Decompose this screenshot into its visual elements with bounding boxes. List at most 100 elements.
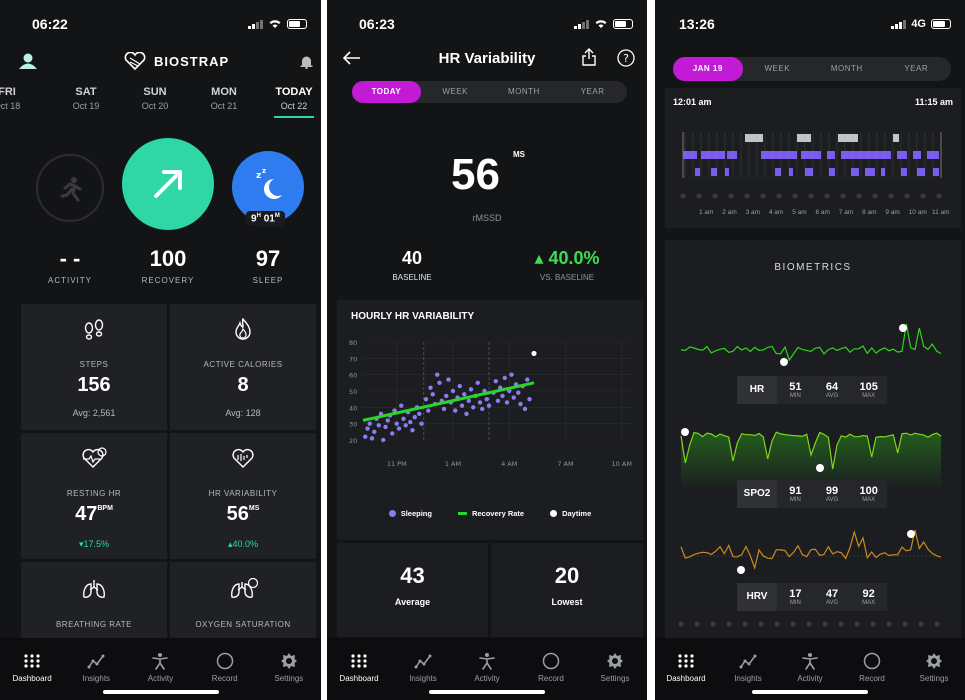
y-tick-label: 50 (349, 388, 357, 396)
max-value: 105 (859, 381, 878, 393)
tab-label: Activity (147, 674, 174, 683)
deep-sleep-segment (933, 168, 939, 176)
tab-dashboard[interactable]: Dashboard (656, 652, 716, 700)
min-value: 17 (789, 588, 802, 600)
hour-dot (776, 193, 782, 199)
segment-year[interactable]: YEAR (558, 81, 627, 103)
share-icon[interactable] (582, 48, 596, 66)
oxygen-saturation-tile[interactable]: OXYGEN SATURATION (170, 562, 316, 642)
activity-ring[interactable] (36, 154, 104, 222)
hrv-main-value: 56 (451, 150, 500, 199)
sleeping-point (471, 405, 476, 410)
hour-label: 4 am (768, 209, 784, 216)
period-selector: JAN 19 WEEK MONTH YEAR (673, 57, 951, 81)
resting-hr-tile[interactable]: RESTING HR 47BPM ▾17.5% (21, 433, 167, 559)
x-tick-label: 7 AM (557, 460, 573, 468)
tile-sub: Avg: 128 (225, 408, 261, 418)
record-circle-icon (216, 652, 233, 670)
heart-rate-icon (82, 447, 107, 468)
sleeping-point (480, 406, 485, 412)
brand-name: BIOSTRAP (154, 53, 230, 69)
day-item-sun[interactable]: SUN Oct 20 (133, 86, 177, 111)
hour-dot (728, 193, 734, 199)
sleeping-point (477, 400, 483, 405)
sleeping-point (396, 426, 402, 431)
steps-tile[interactable]: STEPS 156 Avg: 2,561 (21, 304, 167, 430)
time-dot (902, 621, 908, 627)
legend-recovery-rate: Recovery Rate (457, 509, 524, 518)
battery-icon (931, 19, 951, 29)
spo2-min-marker (816, 464, 824, 472)
sleeping-point (511, 395, 516, 400)
day-item-today[interactable]: TODAY Oct 22 (270, 86, 318, 118)
day-date: Oct 21 (210, 101, 238, 111)
tab-dashboard[interactable]: Dashboard (329, 652, 389, 700)
status-time: 06:23 (359, 16, 395, 32)
tab-dashboard[interactable]: Dashboard (2, 652, 62, 700)
segment-week[interactable]: WEEK (421, 81, 490, 103)
battery-icon (613, 18, 633, 29)
tab-settings[interactable]: Settings (904, 652, 964, 700)
light-sleep-segment (841, 151, 891, 159)
hour-dot (856, 193, 862, 199)
tile-value: 47 (75, 503, 98, 525)
y-tick-label: 70 (349, 355, 357, 363)
hour-dot (904, 193, 910, 199)
segment-month[interactable]: MONTH (812, 57, 882, 81)
bell-icon[interactable] (300, 55, 313, 69)
sleeping-point (446, 377, 451, 382)
sleeping-point (369, 436, 375, 441)
segment-jan19[interactable]: JAN 19 (673, 57, 743, 81)
activity-figure-icon (479, 653, 495, 670)
time-dot (870, 621, 876, 627)
segment-year[interactable]: YEAR (882, 57, 952, 81)
sleeping-point (450, 388, 456, 394)
gear-icon (280, 653, 297, 669)
recovery-score: 100 RECOVERY (126, 246, 210, 285)
help-icon[interactable]: ? (617, 49, 635, 67)
sleep-label: SLEEP (252, 276, 284, 285)
segment-week[interactable]: WEEK (743, 57, 813, 81)
chart-legend: Sleeping Recovery Rate Daytime (337, 509, 643, 518)
y-tick-label: 30 (349, 421, 357, 429)
hr-variability-tile[interactable]: HR VARIABILITY 56MS ▴40.0% (170, 433, 316, 559)
time-dot (774, 621, 780, 627)
sleeping-point (435, 372, 440, 377)
tab-settings[interactable]: Settings (585, 652, 645, 700)
active-calories-tile[interactable]: ACTIVE CALORIES 8 Avg: 128 (170, 304, 316, 430)
hrv-trace (680, 529, 942, 571)
lungs-o2-icon (231, 578, 258, 598)
day-date: Oct 20 (141, 101, 169, 111)
breathing-rate-tile[interactable]: BREATHING RATE (21, 562, 167, 642)
biometrics-card: BIOMETRICS HR 51 MIN 64 AVG 105 MAX SPO2 91… (665, 240, 961, 640)
tab-settings[interactable]: Settings (259, 652, 319, 700)
segment-month[interactable]: MONTH (490, 81, 559, 103)
day-item-sat[interactable]: SAT Oct 19 (64, 86, 108, 111)
sleep-ring[interactable]: zz 9H 01M (232, 151, 304, 227)
day-item-fri[interactable]: FRI Oct 18 (0, 86, 24, 111)
activity-figure-icon (802, 653, 818, 670)
avg-label: AVG (825, 497, 839, 503)
light-sleep-segment (701, 151, 725, 159)
recovery-label: RECOVERY (141, 276, 195, 285)
segment-today[interactable]: TODAY (352, 81, 421, 103)
tile-title: OXYGEN SATURATION (195, 620, 291, 629)
hour-label: 1 am (699, 209, 714, 216)
hourly-hrv-card: HOURLY HR VARIABILITY 20 30 40 50 60 70 80 11 P… (337, 300, 643, 540)
baseline-stat: 40 BASELINE (377, 248, 447, 282)
profile-icon[interactable] (18, 52, 38, 70)
max-label: MAX (862, 600, 876, 606)
home-indicator (102, 690, 219, 694)
average-value: 43 (400, 563, 425, 588)
hour-dot (888, 193, 894, 199)
day-item-mon[interactable]: MON Oct 21 (202, 86, 246, 111)
tile-title: HR VARIABILITY (208, 489, 278, 498)
recovery-ring[interactable] (122, 138, 214, 230)
home-indicator (752, 690, 868, 694)
metric-name: SPO2 (737, 480, 777, 508)
hour-dot (792, 193, 798, 199)
sleeping-point (423, 396, 429, 402)
tab-label: Settings (600, 674, 630, 683)
sleeping-point (363, 434, 368, 439)
wifi-icon (595, 20, 607, 28)
